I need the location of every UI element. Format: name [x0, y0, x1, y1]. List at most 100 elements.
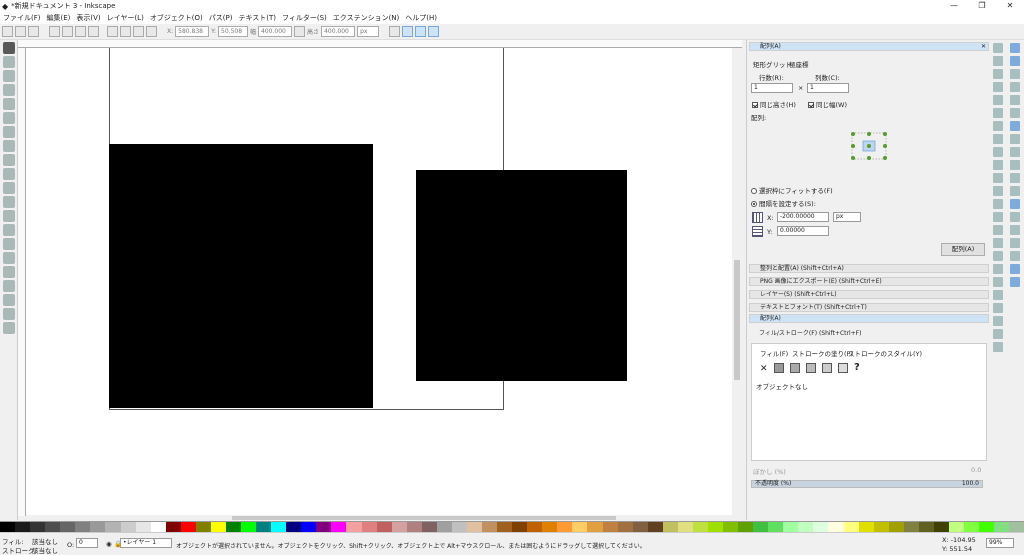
drawing-canvas[interactable]	[26, 48, 732, 516]
blur-value[interactable]: 0.0	[971, 466, 981, 474]
x-field[interactable]: 580.838	[175, 26, 210, 37]
lock-icon[interactable]	[294, 26, 306, 37]
snap-rotation-center-icon[interactable]	[1010, 225, 1020, 235]
vertical-scrollbar[interactable]	[732, 48, 742, 516]
preferences-icon[interactable]	[993, 329, 1003, 339]
node-tool-icon[interactable]	[3, 56, 15, 68]
y-field[interactable]: 50.508	[218, 26, 249, 37]
snap-smooth-icon[interactable]	[1010, 173, 1020, 183]
opacity-slider[interactable]: 不透明度 (%) 100.0	[751, 480, 983, 488]
zoom-field[interactable]: 99%	[986, 538, 1014, 548]
menu-file[interactable]: ファイル(F)	[0, 13, 44, 23]
snap-bbox-center-icon[interactable]	[1010, 108, 1020, 118]
rows-spinner[interactable]: 1	[751, 83, 793, 93]
snap-center-icon[interactable]	[1010, 212, 1020, 222]
x-spacing-spinner[interactable]: -200.00000	[777, 212, 829, 222]
black-rectangle-right[interactable]	[416, 170, 627, 381]
menu-object[interactable]: オブジェクト(O)	[147, 13, 206, 23]
tab-rect-grid[interactable]: 矩形グリッド	[753, 59, 792, 69]
set-spacing-radio[interactable]: 間隔を設定する(S):	[751, 198, 816, 208]
ungroup-icon[interactable]	[993, 264, 1003, 274]
rect-tool-icon[interactable]	[3, 112, 15, 124]
bucket-tool-icon[interactable]	[3, 266, 15, 278]
fit-selection-radio[interactable]: 選択枠にフィットする(F)	[751, 185, 833, 195]
arrange-button[interactable]: 配列(A)	[941, 243, 985, 256]
fill-stroke-header[interactable]: フィル/ストローク(F) (Shift+Ctrl+F)	[749, 330, 989, 339]
snap-bbox-icon[interactable]	[1010, 56, 1020, 66]
snap-grid-icon[interactable]	[1010, 264, 1020, 274]
deselect-icon[interactable]	[28, 26, 39, 37]
copy-icon[interactable]	[993, 147, 1003, 157]
snap-others-icon[interactable]	[1010, 199, 1020, 209]
lower-icon[interactable]	[133, 26, 144, 37]
align-icon[interactable]	[993, 316, 1003, 326]
document-properties-icon[interactable]	[993, 342, 1003, 352]
menu-edit[interactable]: 編集(E)	[44, 13, 74, 23]
tab-fill[interactable]: フィル(F)	[760, 348, 788, 358]
select-all-icon[interactable]	[2, 26, 13, 37]
group-icon[interactable]	[993, 251, 1003, 261]
3dbox-tool-icon[interactable]	[3, 126, 15, 138]
menu-layer[interactable]: レイヤー(L)	[104, 13, 147, 23]
rotate-cw-icon[interactable]	[62, 26, 73, 37]
layers-header[interactable]: レイヤー(S) (Shift+Ctrl+L)	[749, 290, 989, 299]
zoom-page-icon[interactable]	[993, 212, 1003, 222]
snap-midpoint-icon[interactable]	[1010, 186, 1020, 196]
duplicate-icon[interactable]	[993, 225, 1003, 235]
tab-polar[interactable]: 極座標	[789, 59, 809, 69]
snap-path-icon[interactable]	[1010, 134, 1020, 144]
snap-enable-icon[interactable]	[1010, 43, 1020, 53]
snap-guide-icon[interactable]	[1010, 277, 1020, 287]
tweak-tool-icon[interactable]	[3, 70, 15, 82]
alignment-grid[interactable]	[850, 131, 888, 161]
snap-text-baseline-icon[interactable]	[1010, 238, 1020, 248]
horizontal-ruler[interactable]	[18, 40, 742, 48]
menu-view[interactable]: 表示(V)	[73, 13, 103, 23]
raise-to-top-icon[interactable]	[107, 26, 118, 37]
scale-corners-icon[interactable]	[402, 26, 414, 37]
snap-page-icon[interactable]	[1010, 251, 1020, 261]
print-icon[interactable]	[993, 82, 1003, 92]
fill-stroke-icon[interactable]	[993, 277, 1003, 287]
opacity-field[interactable]: 0	[76, 538, 98, 548]
h-field[interactable]: 400.000	[321, 26, 356, 37]
cut-icon[interactable]	[993, 160, 1003, 170]
y-spacing-spinner[interactable]: 0.00000	[777, 226, 829, 236]
menu-path[interactable]: パス(P)	[206, 13, 236, 23]
snap-bbox-edge-icon[interactable]	[1010, 69, 1020, 79]
array-panel-header[interactable]: 配列(A) ✕	[749, 42, 989, 51]
spiral-tool-icon[interactable]	[3, 168, 15, 180]
minimize-button[interactable]: —	[940, 0, 968, 12]
w-field[interactable]: 400.000	[258, 26, 293, 37]
move-gradients-icon[interactable]	[415, 26, 427, 37]
zoom-drawing-icon[interactable]	[993, 199, 1003, 209]
unit-select[interactable]: px	[357, 26, 380, 37]
rotate-ccw-icon[interactable]	[49, 26, 60, 37]
scale-stroke-icon[interactable]	[389, 26, 401, 37]
vertical-ruler[interactable]	[18, 48, 26, 516]
black-rectangle-left[interactable]	[109, 144, 373, 408]
close-icon[interactable]: ✕	[981, 43, 986, 50]
open-icon[interactable]	[993, 56, 1003, 66]
gradient-tool-icon[interactable]	[3, 280, 15, 292]
spray-tool-icon[interactable]	[3, 238, 15, 250]
zoom-tool-icon[interactable]	[3, 84, 15, 96]
mesh-gradient-icon[interactable]	[822, 363, 832, 373]
pattern-icon[interactable]	[838, 363, 848, 373]
array-collapsed-header[interactable]: 配列(A)	[749, 314, 989, 323]
select-all-layers-icon[interactable]	[15, 26, 26, 37]
no-paint-icon[interactable]: ✕	[760, 364, 768, 374]
snap-cusp-icon[interactable]	[1010, 160, 1020, 170]
layer-select[interactable]: •レイヤー 1	[120, 538, 172, 548]
flip-vertical-icon[interactable]	[88, 26, 99, 37]
undo-icon[interactable]	[993, 121, 1003, 131]
visibility-icon[interactable]: ◉	[106, 540, 112, 548]
text-font-header[interactable]: テキストとフォント(T) (Shift+Ctrl+T)	[749, 303, 989, 312]
close-button[interactable]: ✕	[996, 0, 1024, 12]
eraser-tool-icon[interactable]	[3, 252, 15, 264]
import-icon[interactable]	[993, 95, 1003, 105]
ellipse-tool-icon[interactable]	[3, 140, 15, 152]
clone-icon[interactable]	[993, 238, 1003, 248]
export-icon[interactable]	[993, 108, 1003, 118]
snap-bbox-corner-icon[interactable]	[1010, 82, 1020, 92]
